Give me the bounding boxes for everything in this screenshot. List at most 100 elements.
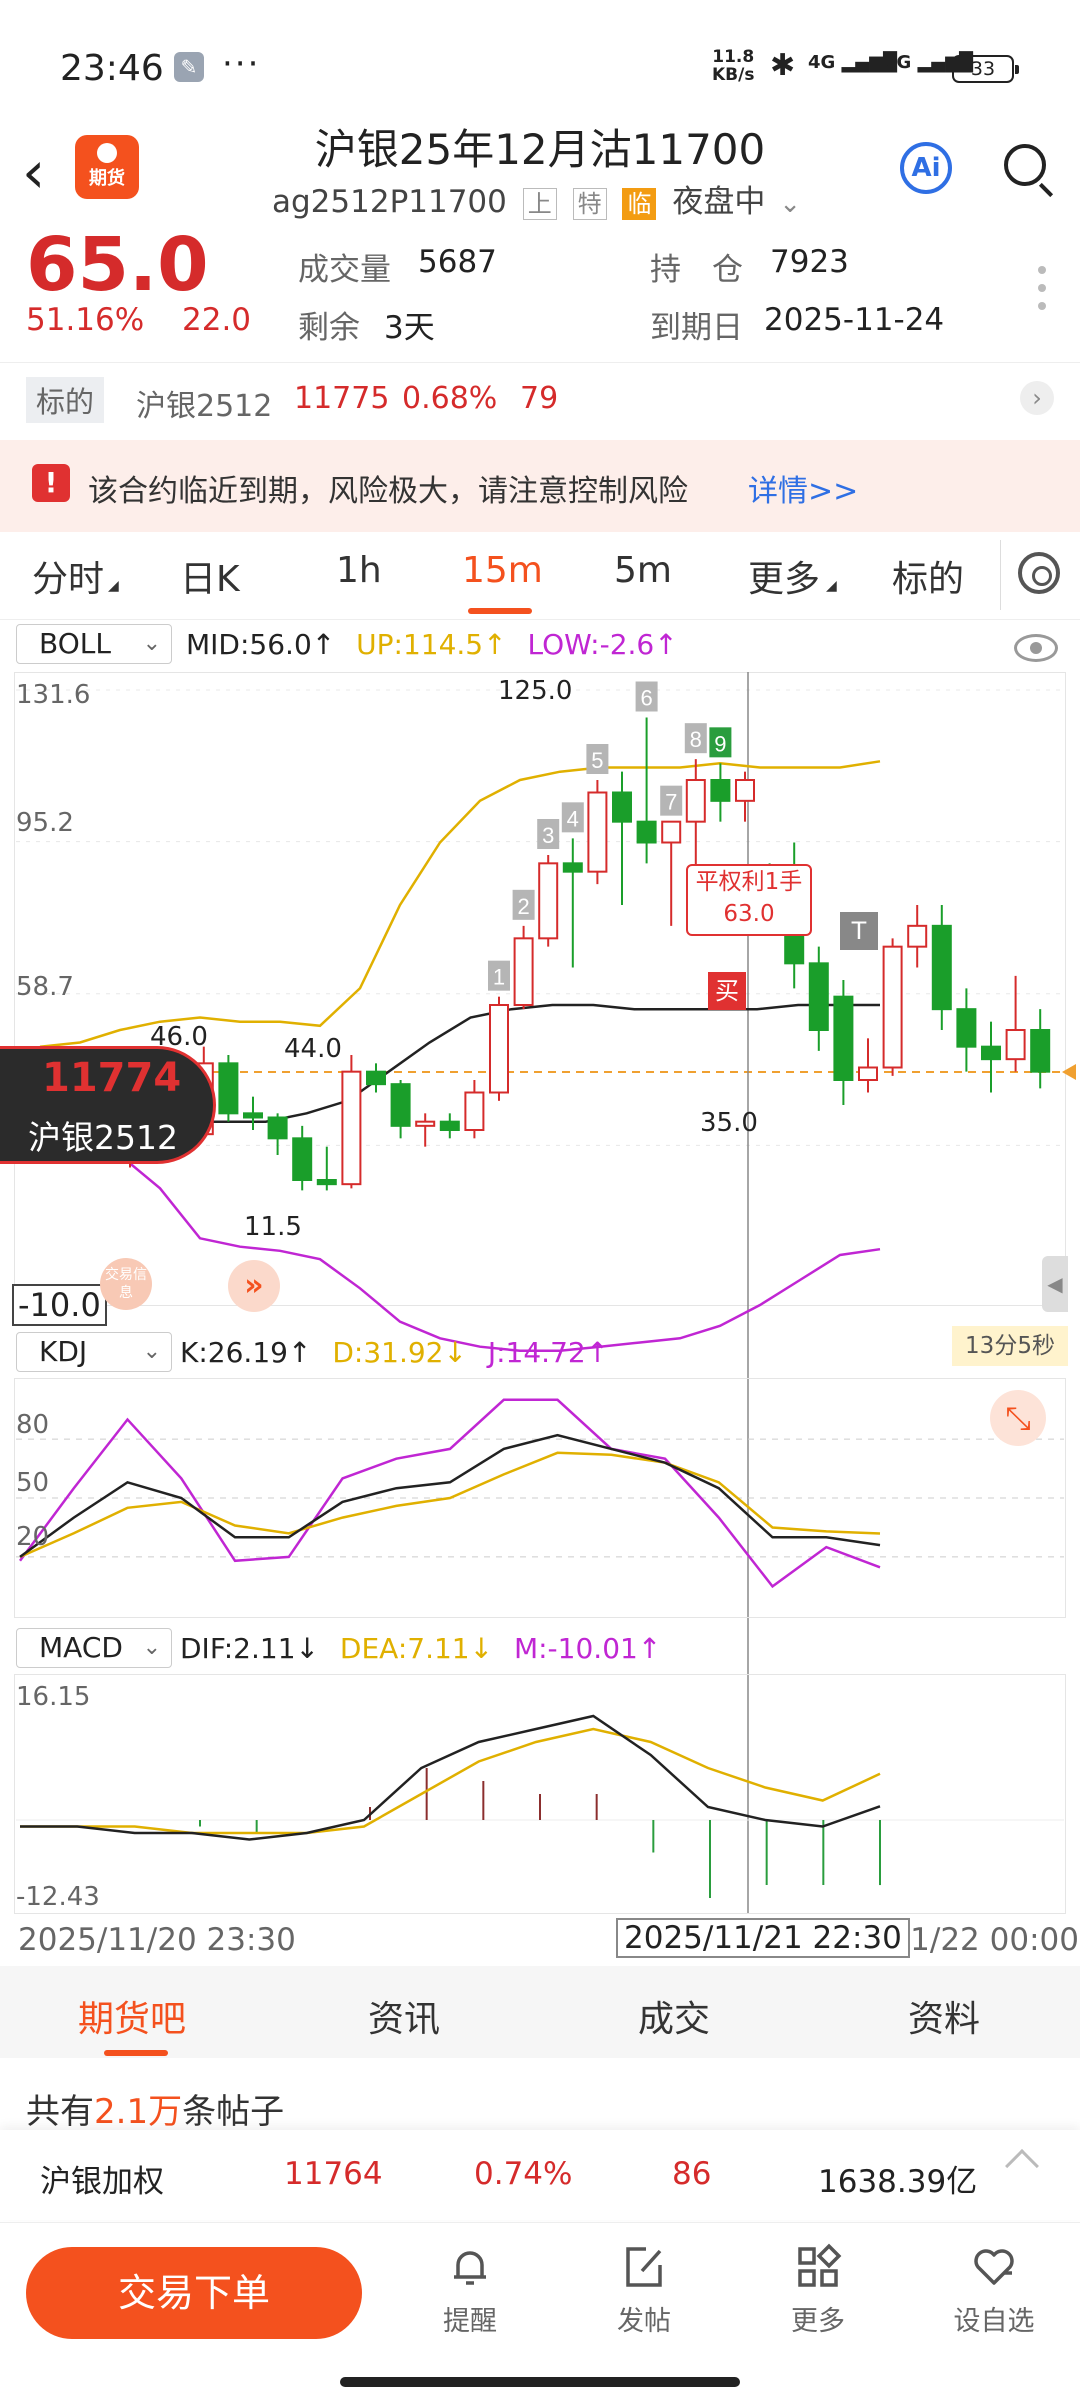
candle-body xyxy=(1030,1029,1051,1073)
y-axis-min: -10.0 xyxy=(12,1284,107,1326)
more-button[interactable]: 更多 xyxy=(768,2243,868,2338)
t-marker[interactable]: T xyxy=(840,912,878,950)
time-axis-cursor: 2025/11/21 22:30 xyxy=(616,1918,910,1958)
candle-body xyxy=(538,862,559,940)
heart-icon xyxy=(970,2243,1018,2291)
candle-body xyxy=(636,820,657,844)
kdj-select[interactable]: KDJ ⌄ xyxy=(16,1332,172,1372)
candle-body xyxy=(316,1179,337,1186)
reminder-button[interactable]: 提醒 xyxy=(420,2243,520,2338)
time-axis-left: 2025/11/20 23:30 xyxy=(18,1922,296,1958)
macd-axis-top: 16.15 xyxy=(16,1682,91,1712)
expand-icon[interactable]: ⤡ xyxy=(990,1390,1046,1446)
profit-box[interactable]: 平权利1手 63.0 xyxy=(686,864,812,936)
candle-body xyxy=(1005,1029,1026,1061)
sequence-counter-label: 5 xyxy=(591,748,603,773)
place-order-button[interactable]: 交易下单 xyxy=(26,2247,362,2339)
grid-icon xyxy=(794,2243,842,2291)
candle-body xyxy=(710,779,731,802)
chevron-down-icon: ⌄ xyxy=(142,1339,161,1364)
macd-dea: DEA:7.11↓ xyxy=(339,1632,494,1665)
candle-body xyxy=(808,962,829,1031)
macd-axis-bottom: -12.43 xyxy=(16,1882,100,1912)
fast-forward-icon[interactable]: » xyxy=(228,1260,280,1312)
annot-high: 125.0 xyxy=(498,676,573,706)
candle-body xyxy=(956,1008,977,1048)
content-tab-indicator xyxy=(104,2050,168,2056)
current-price-marker xyxy=(1062,1064,1076,1080)
candle-body xyxy=(907,924,928,948)
macd-chart-frame xyxy=(14,1674,1066,1914)
macd-values: DIF:2.11↓ DEA:7.11↓ M:-10.01↑ xyxy=(180,1632,661,1665)
boll-low-line xyxy=(39,1137,881,1353)
kdj-values: K:26.19↑ D:31.92↓ J:14.72↑ xyxy=(180,1336,609,1369)
candle-body xyxy=(587,791,608,873)
add-watchlist-button[interactable]: 设自选 xyxy=(944,2243,1044,2338)
chevron-down-icon: ⌄ xyxy=(142,1635,161,1660)
candle-body xyxy=(735,779,755,802)
candle-body xyxy=(243,1112,263,1119)
candle-body xyxy=(267,1116,288,1140)
kdj-j: J:14.72↑ xyxy=(487,1336,610,1369)
y-axis-label-mid: 95.2 xyxy=(16,808,74,838)
candle-body xyxy=(661,820,682,844)
bell-icon xyxy=(446,2243,494,2291)
post-count: 共有2.1万条帖子 xyxy=(26,2092,285,2132)
macd-dif: DIF:2.11↓ xyxy=(180,1632,319,1665)
floating-name: 沪银2512 xyxy=(28,1118,178,1157)
weighted-turnover: 1638.39亿 xyxy=(818,2164,978,2200)
tab-info[interactable]: 资料 xyxy=(908,1990,980,2042)
tab-trades[interactable]: 成交 xyxy=(638,1990,710,2042)
weighted-price: 11764 xyxy=(284,2156,383,2192)
chevron-up-icon[interactable] xyxy=(1005,2149,1039,2183)
weighted-index-row[interactable]: 沪银加权 11764 0.74% 86 1638.39亿 xyxy=(0,2130,1080,2220)
tab-forum[interactable]: 期货吧 xyxy=(78,1990,186,2042)
kdj-d: D:31.92↓ xyxy=(332,1336,467,1369)
sequence-counter-label: 8 xyxy=(690,727,702,752)
sequence-counter-label: 2 xyxy=(517,894,529,919)
candle-body xyxy=(562,862,583,873)
buy-marker[interactable]: 买 xyxy=(708,972,746,1010)
annot-35: 35.0 xyxy=(700,1108,758,1138)
y-axis-label-low: 58.7 xyxy=(16,972,74,1002)
edit-icon xyxy=(620,2243,668,2291)
macd-select[interactable]: MACD ⌄ xyxy=(16,1628,172,1668)
sequence-counter-label: 7 xyxy=(665,790,677,815)
y-axis-label-top: 131.6 xyxy=(16,680,91,710)
weighted-change: 86 xyxy=(672,2156,712,2192)
sequence-counter-label: 1 xyxy=(493,965,505,990)
candle-body xyxy=(390,1083,411,1127)
annot-11: 11.5 xyxy=(244,1212,302,1242)
weighted-pct: 0.74% xyxy=(474,2156,573,2192)
kdj-chart-frame xyxy=(14,1378,1066,1618)
candle-body xyxy=(489,1004,509,1094)
deal-info-button[interactable]: 交易信息 xyxy=(100,1258,152,1310)
floating-price: 11774 xyxy=(42,1055,182,1101)
content-tabs: 期货吧 资讯 成交 资料 xyxy=(0,1966,1080,2058)
candle-body xyxy=(612,791,632,823)
candle-body xyxy=(931,924,952,1011)
sequence-counter-label: 3 xyxy=(542,823,554,848)
post-button[interactable]: 发帖 xyxy=(594,2243,694,2338)
candle-body xyxy=(439,1120,460,1131)
tab-news[interactable]: 资讯 xyxy=(368,1990,440,2042)
annot-44: 44.0 xyxy=(284,1034,342,1064)
sequence-counter-label: 6 xyxy=(640,686,652,711)
candle-body xyxy=(685,779,706,823)
kdj-k: K:26.19↑ xyxy=(180,1336,312,1369)
bottom-action-bar: 交易下单 提醒 发帖 更多 设自选 xyxy=(0,2222,1080,2400)
candle-body xyxy=(981,1045,1001,1061)
bar-countdown: 13分5秒 xyxy=(952,1326,1068,1366)
candle-body xyxy=(858,1066,878,1081)
candle-body xyxy=(464,1091,485,1131)
weighted-name: 沪银加权 xyxy=(40,2164,164,2200)
floating-price-badge[interactable]: 11774 沪银2512 xyxy=(0,1046,216,1164)
candle-body xyxy=(292,1137,313,1182)
sequence-counter-label: 9 xyxy=(714,731,726,756)
candle-body xyxy=(882,945,903,1069)
candle-body xyxy=(341,1070,362,1186)
side-panel-handle[interactable]: ◀ xyxy=(1042,1256,1068,1312)
candle-body xyxy=(415,1120,436,1127)
sequence-counter-label: 4 xyxy=(567,806,579,831)
kdj-level-80: 80 xyxy=(16,1410,50,1440)
